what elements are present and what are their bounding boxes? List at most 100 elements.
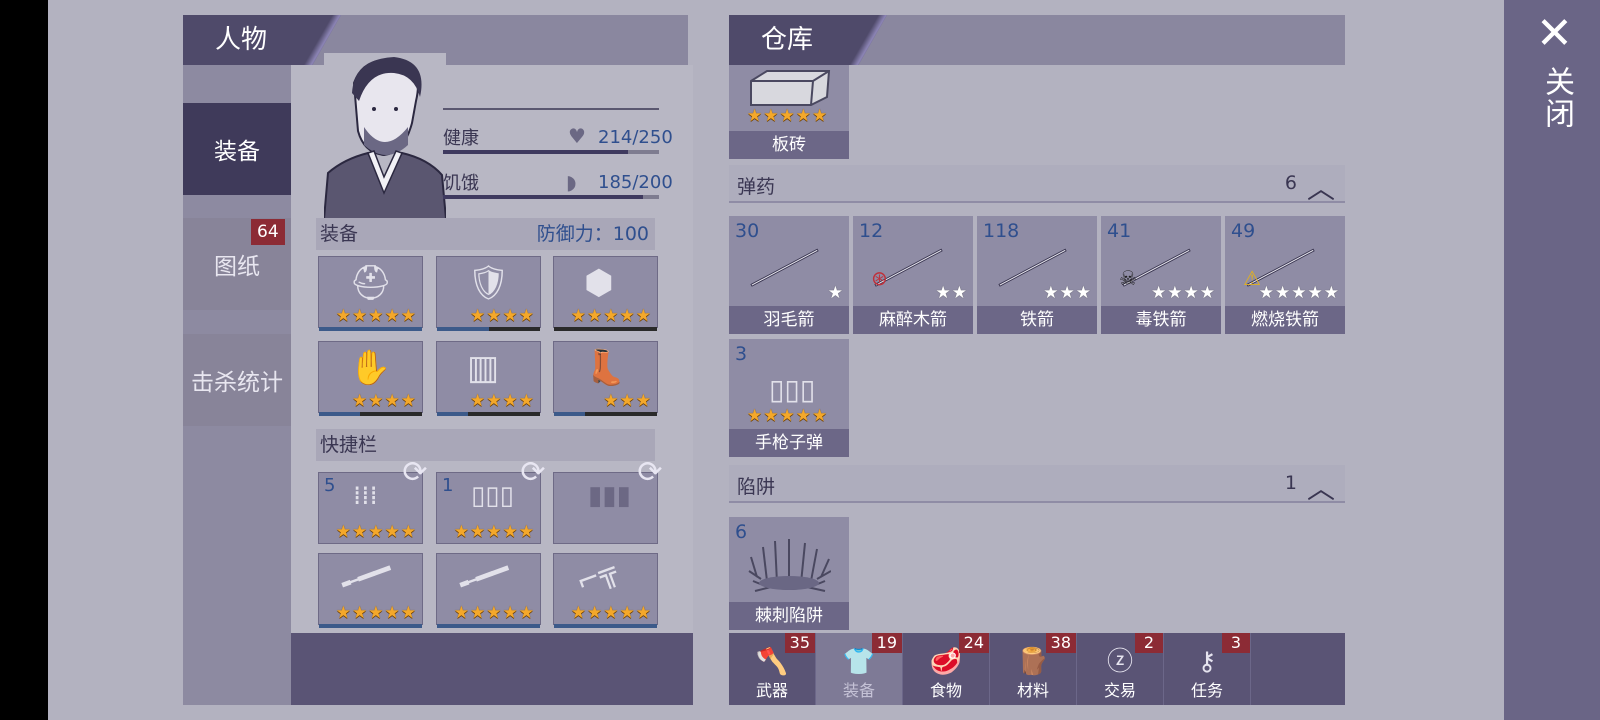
swap-icon[interactable]: ⟳ — [397, 456, 433, 492]
blueprints-badge: 64 — [251, 219, 285, 245]
storage-item[interactable]: 3 ▯▯▯ ★ ★ ★ ★ ★ 手枪子弹 — [729, 339, 849, 457]
item-stars: ★ ★ ★ ★ ★ — [1259, 284, 1339, 302]
storage-tab[interactable]: 38 🪵 材料 — [990, 633, 1077, 705]
durability-bar — [437, 327, 540, 331]
tab-badge: 24 — [958, 633, 989, 653]
storage-item[interactable]: 41 ☠ ★ ★ ★ ★ 毒铁箭 — [1101, 216, 1221, 334]
left-black-bar — [0, 0, 48, 720]
storage-tab[interactable]: 2 ⓩ 交易 — [1077, 633, 1164, 705]
slot-stars: ★ ★ ★ ★ ★ — [454, 523, 534, 541]
star-icon: ★ — [486, 522, 502, 542]
star-icon: ★ — [1183, 283, 1199, 303]
tranq-mark-icon: ⊛ — [871, 266, 888, 290]
storage-tab[interactable]: 19 👕 装备 — [816, 633, 903, 705]
storage-item[interactable]: 30 ★ 羽毛箭 — [729, 216, 849, 334]
stats-divider — [443, 108, 659, 110]
tab-blueprints-label: 图纸 — [214, 254, 260, 280]
close-strip[interactable]: ✕ 关闭 — [1504, 0, 1600, 720]
star-icon: ★ — [384, 306, 400, 326]
meat-icon: 🥩 — [929, 647, 963, 677]
star-icon: ★ — [635, 306, 651, 326]
star-icon: ★ — [763, 106, 779, 126]
star-icon: ★ — [1275, 283, 1291, 303]
star-icon: ★ — [335, 522, 351, 542]
durability-bar — [319, 327, 422, 331]
tab-label: 交易 — [1103, 681, 1136, 700]
item-stars: ★ ★ ★ ★ ★ — [747, 407, 827, 425]
hunting-shotgun-icon: ╾━━ — [454, 552, 514, 601]
star-icon: ★ — [570, 306, 586, 326]
shell-armor-icon: ⬢ — [584, 263, 614, 303]
hotbar-weapon-slot[interactable]: ╾━━ ★ ★ ★ ★ ★ — [318, 552, 423, 628]
star-icon: ★ — [518, 603, 534, 623]
star-icon: ★ — [368, 603, 384, 623]
equipment-slot[interactable]: ▥ ★ ★ ★ ★ — [436, 341, 541, 416]
revolver-icon: ⌐╦ — [571, 554, 621, 599]
tab-label: 任务 — [1190, 681, 1223, 700]
chevron-up-icon[interactable]: ︿ — [1307, 167, 1335, 207]
star-icon: ★ — [486, 306, 502, 326]
equipment-section-label: 装备 — [320, 223, 359, 245]
category-ammo-name: 弹药 — [737, 176, 776, 198]
star-icon: ★ — [384, 603, 400, 623]
durability-bar — [319, 624, 422, 628]
star-icon: ★ — [1043, 283, 1059, 303]
equipment-slot[interactable]: 👢 ★ ★ ★ — [553, 341, 658, 416]
storage-item-label: 燃烧铁箭 — [1225, 306, 1345, 334]
tab-kill-stats[interactable]: 击杀统计 — [183, 334, 291, 426]
storage-item-brick[interactable]: ★ ★ ★ ★ ★ 板砖 — [729, 65, 849, 159]
category-trap-name: 陷阱 — [737, 476, 776, 498]
star-icon: ★ — [795, 406, 811, 426]
close-icon[interactable]: ✕ — [1536, 12, 1573, 56]
swap-icon[interactable]: ⟳ — [515, 456, 551, 492]
character-bottom-bar — [291, 633, 693, 705]
chevron-up-icon[interactable]: ︿ — [1307, 467, 1335, 507]
slot-quantity: 5 — [324, 475, 336, 496]
storage-item[interactable]: 12 ⊛ ★ ★ 麻醉木箭 — [853, 216, 973, 334]
tab-label: 武器 — [755, 681, 788, 700]
storage-tab[interactable]: 24 🥩 食物 — [903, 633, 990, 705]
equipment-slot[interactable]: ✋ ★ ★ ★ ★ — [318, 341, 423, 416]
storage-item-label: 板砖 — [729, 131, 849, 159]
star-icon: ★ — [352, 522, 368, 542]
storage-item[interactable]: 49 ⚠ ★ ★ ★ ★ ★ 燃烧铁箭 — [1225, 216, 1345, 334]
star-icon: ★ — [1291, 283, 1307, 303]
category-ammo-row[interactable]: 弹药 6 ︿ — [729, 165, 1345, 205]
boots-icon: 👢 — [584, 348, 627, 388]
pistol-bullets-icon: ▯▯▯ — [769, 373, 816, 406]
health-bar — [443, 150, 659, 154]
defense-value: 防御力：100 — [536, 223, 649, 245]
equipment-slot[interactable]: 🛡 ★ ★ ★ ★ — [436, 256, 541, 331]
storage-tab[interactable]: 35 🪓 武器 — [729, 633, 816, 705]
equipment-slot[interactable]: ⬢ ★ ★ ★ ★ ★ — [553, 256, 658, 331]
brick-stars: ★ ★ ★ ★ ★ — [747, 107, 827, 125]
star-icon: ★ — [352, 306, 368, 326]
star-icon: ★ — [635, 391, 651, 411]
storage-tab[interactable]: 3 ⚷ 任务 — [1164, 633, 1251, 705]
close-label[interactable]: 关闭 — [1534, 66, 1578, 130]
star-icon: ★ — [400, 306, 416, 326]
hotbar-weapon-slot[interactable]: ⌐╦ ★ ★ ★ ★ ★ — [553, 553, 658, 628]
equipment-slot[interactable]: ⛑ ★ ★ ★ ★ ★ — [318, 256, 423, 331]
tab-equipment[interactable]: 装备 — [183, 103, 291, 195]
star-icon: ★ — [812, 406, 828, 426]
swap-icon[interactable]: ⟳ — [632, 456, 668, 492]
health-label: 健康 — [443, 128, 479, 149]
star-icon: ★ — [486, 391, 502, 411]
shirt-icon: 👕 — [842, 647, 876, 677]
star-icon: ★ — [352, 603, 368, 623]
category-trap-row[interactable]: 陷阱 1 ︿ — [729, 465, 1345, 505]
storage-item-spike-trap[interactable]: 6 棘刺陷阱 — [729, 517, 849, 630]
star-icon: ★ — [384, 391, 400, 411]
durability-bar — [554, 624, 657, 628]
durability-bar — [319, 412, 422, 416]
storage-category-tabs: 35 🪓 武器 19 👕 装备 24 🥩 食物 38 🪵 材料 2 ⓩ 交易 3 ⚷ 任务 — [729, 633, 1345, 705]
storage-item[interactable]: 118 ★ ★ ★ 铁箭 — [977, 216, 1097, 334]
slot-stars: ★ ★ ★ ★ — [470, 307, 534, 325]
slot-stars: ★ ★ ★ ★ ★ — [454, 604, 534, 622]
hotbar-weapon-slot[interactable]: ╾━━ ★ ★ ★ ★ ★ — [436, 552, 541, 628]
star-icon: ★ — [619, 391, 635, 411]
pants-icon: ▥ — [467, 348, 500, 388]
item-quantity: 118 — [983, 220, 1020, 242]
star-icon: ★ — [619, 306, 635, 326]
